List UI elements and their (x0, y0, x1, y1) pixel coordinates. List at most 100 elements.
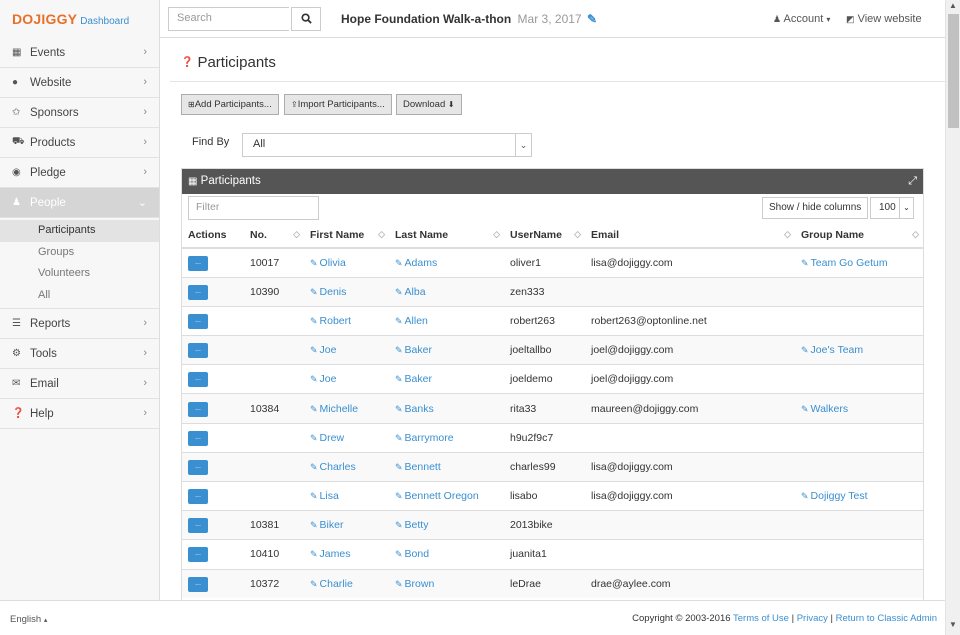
cell-last-name-link[interactable]: ✎ Bennett Oregon (395, 490, 479, 502)
cell-first-name: ✎ Robert (304, 305, 389, 336)
privacy-link[interactable]: Privacy (797, 613, 828, 624)
cell-first-name-link[interactable]: ✎ Denis (310, 286, 346, 298)
subnav-all[interactable]: All (0, 285, 159, 307)
sidebar-item-label: Products (30, 136, 76, 149)
subnav-participants[interactable]: Participants (0, 220, 159, 242)
cell-last-name-link[interactable]: ✎ Barrymore (395, 432, 454, 444)
edit-icon: ✎ (310, 549, 318, 560)
row-actions-button[interactable]: ... (188, 547, 208, 563)
row-actions-button[interactable]: ... (188, 343, 208, 359)
cell-last-name-link[interactable]: ✎ Bond (395, 548, 429, 560)
question-icon[interactable]: ❓ (181, 57, 193, 68)
cell-first-name-link[interactable]: ✎ Joe (310, 373, 336, 385)
cell-last-name-link[interactable]: ✎ Bennett (395, 461, 441, 473)
edit-icon[interactable]: ✎ (587, 12, 597, 26)
col-group-name[interactable]: Group Name ◇ (795, 223, 923, 249)
sidebar-item-sponsors[interactable]: ✩ Sponsors › (0, 98, 159, 128)
terms-link[interactable]: Terms of Use (733, 613, 789, 624)
sidebar-item-events[interactable]: ▦ Events › (0, 38, 159, 68)
view-website-link[interactable]: ◩ View website (846, 13, 922, 25)
scroll-up-icon[interactable]: ▲ (949, 1, 957, 10)
expand-icon[interactable]: ⤢ (908, 169, 917, 194)
people-subnav: Participants Groups Volunteers All (0, 218, 159, 309)
table-row: ... 10390 ✎ Denis ✎ Alba zen333 (182, 276, 923, 307)
col-no[interactable]: No. ◇ (244, 223, 304, 249)
chevron-right-icon: › (143, 317, 147, 329)
cell-last-name-link[interactable]: ✎ Betty (395, 519, 428, 531)
page-size-select[interactable]: 100 ⌄ (870, 197, 914, 219)
account-menu[interactable]: ♟ Account ▾ (773, 13, 830, 25)
cell-last-name-link[interactable]: ✎ Adams (395, 257, 437, 269)
sidebar-item-people[interactable]: ♟ People ⌄ (0, 188, 159, 218)
col-last-name[interactable]: Last Name ◇ (389, 223, 504, 249)
cell-group-name-link[interactable]: ✎ Dojiggy Test (801, 490, 868, 502)
subnav-groups[interactable]: Groups (0, 242, 159, 264)
row-actions-button[interactable]: ... (188, 576, 208, 592)
cell-last-name-link[interactable]: ✎ Baker (395, 373, 432, 385)
row-actions-button[interactable]: ... (188, 401, 208, 417)
cell-first-name-link[interactable]: ✎ Charles (310, 461, 356, 473)
cell-first-name-link[interactable]: ✎ Biker (310, 519, 343, 531)
filter-input[interactable]: Filter (188, 196, 319, 220)
event-title: Hope Foundation Walk-a-thon Mar 3, 2017 … (341, 12, 597, 26)
sidebar-item-help[interactable]: ❓ Help › (0, 399, 159, 429)
sidebar-item-website[interactable]: ● Website › (0, 68, 159, 98)
row-actions-button[interactable]: ... (188, 430, 208, 446)
cell-group-name-link[interactable]: ✎ Joe's Team (801, 344, 863, 356)
cell-first-name-link[interactable]: ✎ Joe (310, 344, 336, 356)
brand[interactable]: DOJIGGY Dashboard (0, 0, 160, 38)
brand-logo[interactable]: DOJIGGY (12, 11, 77, 27)
sidebar-item-email[interactable]: ✉ Email › (0, 369, 159, 399)
cell-first-name-link[interactable]: ✎ Drew (310, 432, 344, 444)
cell-first-name-link[interactable]: ✎ Michelle (310, 403, 358, 415)
cell-group-name-link[interactable]: ✎ Walkers (801, 403, 848, 415)
view-website-label[interactable]: View website (858, 13, 922, 25)
cell-group-name-link[interactable]: ✎ Team Go Getum (801, 257, 888, 269)
table-row: ... ✎ Lisa ✎ Bennett Oregon lisabo lisa@dojigg… (182, 480, 923, 511)
row-actions-button[interactable]: ... (188, 284, 208, 300)
sidebar-item-tools[interactable]: ⚙ Tools › (0, 339, 159, 369)
cell-first-name-link[interactable]: ✎ James (310, 548, 350, 560)
cell-first-name: ✎ Joe (304, 335, 389, 365)
row-actions-button[interactable]: ... (188, 313, 208, 329)
cell-first-name-link[interactable]: ✎ Robert (310, 315, 351, 327)
col-username[interactable]: UserName ◇ (504, 223, 585, 249)
cell-last-name-link[interactable]: ✎ Brown (395, 578, 434, 590)
row-actions-button[interactable]: ... (188, 518, 208, 534)
account-label[interactable]: Account (784, 13, 824, 25)
find-by-select[interactable]: All ⌄ (242, 133, 532, 157)
row-actions-button[interactable]: ... (188, 255, 208, 271)
scrollbar-thumb[interactable] (948, 14, 959, 128)
import-participants-button[interactable]: ⇪Import Participants... (284, 94, 392, 115)
download-button[interactable]: Download ⬇ (396, 94, 462, 115)
cell-first-name-link[interactable]: ✎ Lisa (310, 490, 339, 502)
language-select[interactable]: English ▴ (10, 614, 47, 625)
row-actions-button[interactable]: ... (188, 372, 208, 388)
search-input[interactable]: Search (168, 7, 289, 31)
col-first-name[interactable]: First Name ◇ (304, 223, 389, 249)
cell-last-name: ✎ Barrymore (389, 422, 504, 453)
row-actions-button[interactable]: ... (188, 459, 208, 475)
cell-last-name-link[interactable]: ✎ Allen (395, 315, 428, 327)
row-actions-button[interactable]: ... (188, 489, 208, 505)
add-participants-button[interactable]: ⊞Add Participants... (181, 94, 279, 115)
cell-last-name-link[interactable]: ✎ Baker (395, 344, 432, 356)
cell-last-name-link[interactable]: ✎ Alba (395, 286, 426, 298)
show-hide-columns-button[interactable]: Show / hide columns (762, 197, 869, 219)
chevron-right-icon: › (143, 347, 147, 359)
scrollbar[interactable]: ▲ ▼ (945, 0, 960, 635)
sidebar-item-pledge[interactable]: ◉ Pledge › (0, 158, 159, 188)
sidebar-item-reports[interactable]: ☰ Reports › (0, 309, 159, 339)
edit-icon: ✎ (801, 257, 809, 268)
cell-first-name-link[interactable]: ✎ Charlie (310, 578, 353, 590)
search-button[interactable] (291, 7, 321, 31)
language-label[interactable]: English (10, 614, 41, 625)
cell-last-name-link[interactable]: ✎ Banks (395, 403, 434, 415)
cell-first-name-link[interactable]: ✎ Olivia (310, 257, 346, 269)
subnav-volunteers[interactable]: Volunteers (0, 263, 159, 285)
scroll-down-icon[interactable]: ▼ (949, 620, 957, 629)
dashboard-link[interactable]: Dashboard (80, 16, 129, 27)
classic-admin-link[interactable]: Return to Classic Admin (836, 613, 937, 624)
col-email[interactable]: Email ◇ (585, 223, 795, 249)
sidebar-item-products[interactable]: ⛟ Products › (0, 128, 159, 158)
